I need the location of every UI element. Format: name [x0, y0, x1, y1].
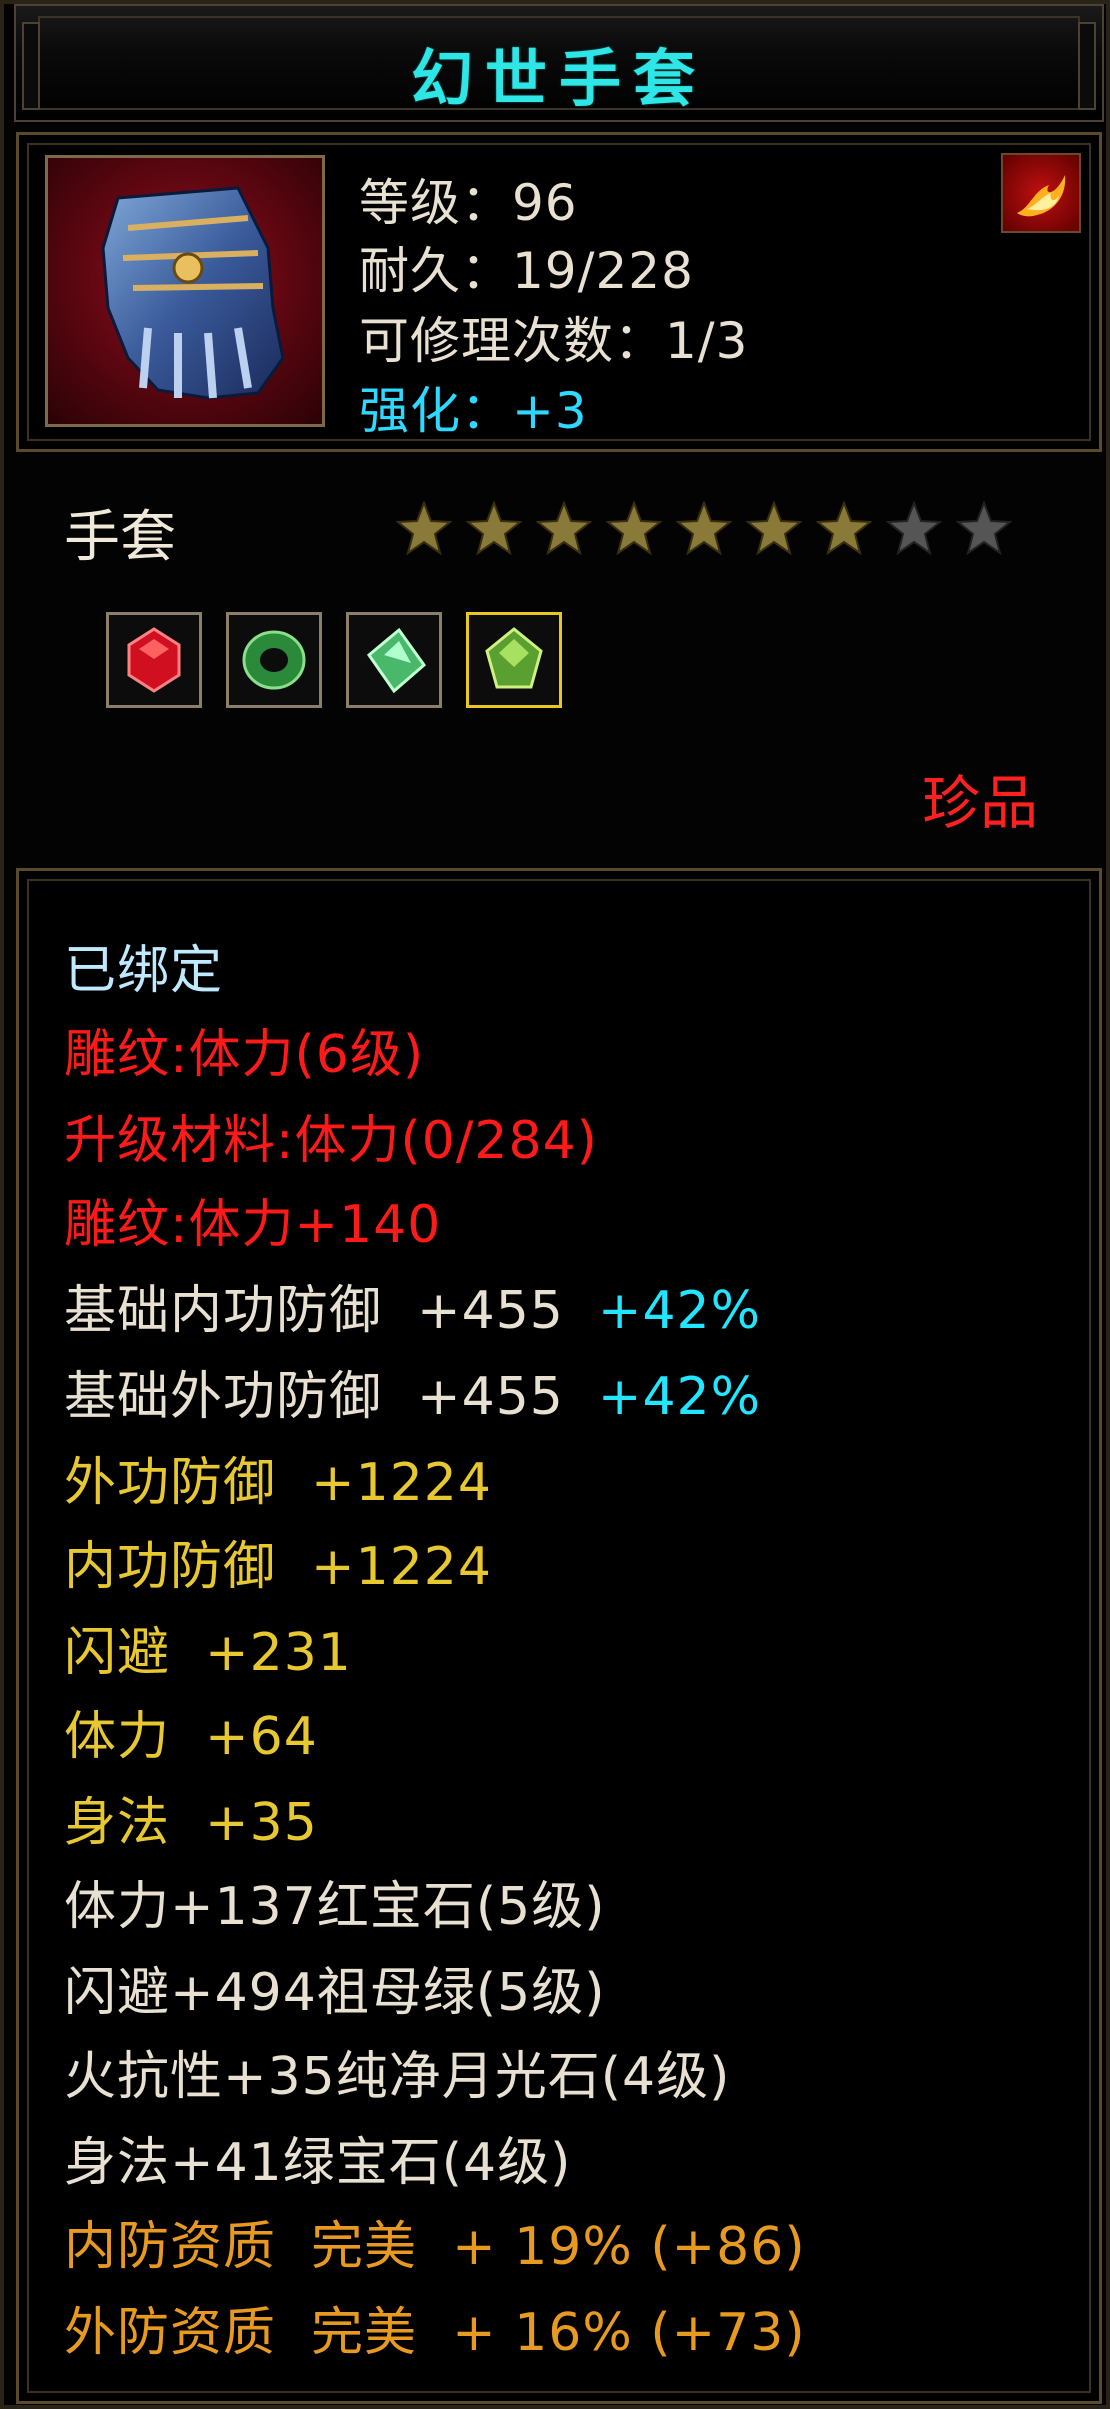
item-level: 等级：96	[359, 174, 578, 232]
gem-slot[interactable]	[226, 612, 322, 708]
gem-bonus-emerald: 闪避+494祖母绿(5级)	[64, 1963, 606, 2023]
item-type: 手套	[64, 505, 176, 570]
star-filled-icon	[676, 501, 732, 556]
upgrade-material: 升级材料:体力(0/284)	[64, 1111, 598, 1171]
base-outer-defense-percent: +42%	[597, 1367, 762, 1427]
gem-bonus-ruby: 体力+137红宝石(5级)	[64, 1877, 606, 1937]
outer-defense-quality: 外防资质 完美 + 16% (+73)	[64, 2303, 806, 2363]
star-filled-icon	[746, 501, 802, 556]
bound-status: 已绑定	[64, 941, 224, 1001]
item-tooltip: 幻世手套 等级：96 耐久：19/228 可修理次数：1/3 强化：+3 手套 …	[0, 0, 1110, 2409]
carve-bonus: 雕纹:体力+140	[64, 1195, 442, 1255]
item-repair-count: 可修理次数：1/3	[359, 312, 749, 370]
green-jade-icon	[242, 630, 306, 690]
item-icon	[45, 155, 325, 427]
gauntlet-icon	[101, 186, 285, 400]
base-outer-defense: 基础外功防御 +455 +42%	[64, 1354, 761, 1429]
red-gem-icon	[127, 627, 181, 693]
base-inner-defense-percent: +42%	[597, 1281, 762, 1341]
inner-defense: 内功防御 +1224	[64, 1537, 492, 1597]
dodge: 闪避 +231	[64, 1623, 352, 1683]
star-filled-icon	[396, 501, 452, 556]
star-empty-icon	[886, 501, 942, 556]
gem-bonus-green-gem: 身法+41绿宝石(4级)	[64, 2133, 572, 2193]
gem-slot[interactable]	[346, 612, 442, 708]
item-durability: 耐久：19/228	[359, 242, 694, 300]
title-bar: 幻世手套	[14, 4, 1104, 122]
stamina: 体力 +64	[64, 1707, 318, 1767]
outer-defense: 外功防御 +1224	[64, 1453, 492, 1513]
gem-slot[interactable]	[106, 612, 202, 708]
star-empty-icon	[956, 501, 1012, 556]
base-outer-defense-value: 基础外功防御 +455	[64, 1367, 564, 1427]
gem-slot-selected[interactable]	[466, 612, 562, 708]
carve-level: 雕纹:体力(6级)	[64, 1025, 425, 1085]
star-filled-icon	[536, 501, 592, 556]
base-inner-defense-value: 基础内功防御 +455	[64, 1281, 564, 1341]
agility: 身法 +35	[64, 1793, 318, 1853]
green-gem-icon	[485, 627, 543, 689]
item-header-panel: 等级：96 耐久：19/228 可修理次数：1/3 强化：+3	[16, 132, 1102, 452]
inner-defense-quality: 内防资质 完美 + 19% (+86)	[64, 2217, 806, 2277]
star-filled-icon	[606, 501, 662, 556]
star-filled-icon	[466, 501, 522, 556]
gem-bonus-moonstone: 火抗性+35纯净月光石(4级)	[64, 2047, 731, 2107]
base-inner-defense: 基础内功防御 +455 +42%	[64, 1268, 761, 1343]
star-filled-icon	[816, 501, 872, 556]
rarity-label: 珍品	[921, 769, 1038, 837]
item-enhance-level: 强化：+3	[359, 382, 588, 440]
item-name: 幻世手套	[410, 42, 707, 115]
fire-element-icon	[1001, 153, 1081, 233]
moonstone-icon	[366, 627, 427, 694]
